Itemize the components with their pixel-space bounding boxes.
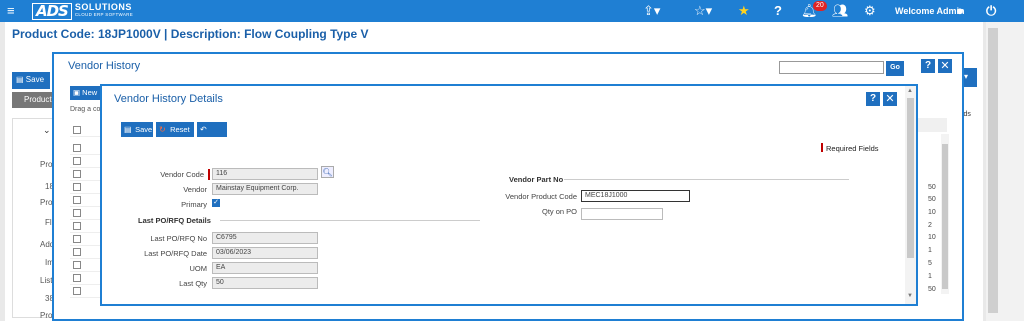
row-checkbox[interactable]: [73, 170, 81, 178]
qty-cell: 50: [928, 196, 936, 203]
row-checkbox[interactable]: [73, 209, 81, 217]
logo-main: ADS: [32, 2, 72, 20]
vendor-field: Mainstay Equipment Corp.: [212, 183, 318, 195]
last-po-no-field: C6795: [212, 232, 318, 244]
row-checkbox[interactable]: [73, 222, 81, 230]
left-fragment: Pro: [40, 160, 53, 169]
save-button[interactable]: ▤ Save: [121, 122, 153, 137]
reset-icon: ↻: [159, 125, 166, 134]
qty-on-po-label: Qty on PO: [541, 207, 577, 216]
uom-label: UOM: [189, 264, 208, 273]
vendor-product-code-input[interactable]: MEC18J1000: [581, 190, 690, 202]
last-qty-label: Last Qty: [179, 279, 207, 288]
qty-on-po-input[interactable]: [581, 208, 663, 220]
row-checkbox[interactable]: [73, 235, 81, 243]
select-all-checkbox[interactable]: [73, 126, 81, 134]
star-icon[interactable]: ★: [738, 3, 750, 19]
back-button[interactable]: ↶ Back: [197, 122, 227, 149]
vendor-history-search-input[interactable]: [779, 61, 884, 74]
new-button[interactable]: ▣ New: [70, 86, 104, 100]
qty-cell: 1: [928, 247, 932, 254]
row-checkbox[interactable]: [73, 287, 81, 295]
vendor-history-title: Vendor History: [68, 60, 141, 72]
details-close-button[interactable]: ✕: [883, 92, 897, 106]
left-fragment: Pro: [40, 311, 53, 320]
page-scrollbar[interactable]: [986, 22, 1024, 321]
required-fields-note: Required Fields: [821, 143, 879, 153]
qty-cell: 10: [928, 234, 936, 241]
logo-tagline: CLOUD ERP SOFTWARE: [74, 12, 134, 17]
logo-solutions: SOLUTIONS: [74, 2, 132, 12]
section-divider: [564, 179, 849, 180]
primary-checkbox[interactable]: ✓: [212, 199, 220, 207]
qty-cell: 2: [928, 222, 932, 229]
primary-label: Primary: [181, 200, 207, 209]
last-po-date-field: 03/06/2023: [212, 247, 318, 259]
vendor-history-details-modal: Vendor History Details ? ✕ ▤ Save ↻ Rese…: [100, 84, 918, 306]
menu-icon[interactable]: ≡: [7, 3, 15, 18]
reset-button[interactable]: ↻ Reset: [156, 122, 194, 137]
vendor-code-field[interactable]: 116: [212, 168, 318, 180]
last-qty-field: 50: [212, 277, 318, 289]
tab-product[interactable]: Product: [12, 92, 57, 108]
chevron-down-icon[interactable]: ⌄: [43, 125, 51, 136]
row-checkbox[interactable]: [73, 274, 81, 282]
save-icon: ▤: [124, 125, 132, 134]
search-icon[interactable]: 🔍︎: [321, 166, 334, 178]
qty-cell: 10: [928, 209, 936, 216]
scroll-down-icon[interactable]: ▼: [907, 293, 913, 299]
vendor-code-label: Vendor Code: [160, 170, 204, 179]
help-icon[interactable]: ?: [774, 3, 782, 18]
details-title: Vendor History Details: [114, 93, 223, 105]
scroll-up-icon[interactable]: ▲: [907, 88, 913, 94]
grid-scrollbar[interactable]: [941, 134, 949, 294]
row-checkbox[interactable]: [73, 196, 81, 204]
details-scrollbar[interactable]: ▲ ▼: [905, 86, 916, 304]
qty-cell: 1: [928, 273, 932, 280]
last-po-date-label: Last PO/RFQ Date: [144, 249, 207, 258]
back-label: Back: [200, 140, 217, 149]
page-title: Product Code: 18JP1000V | Description: F…: [12, 27, 369, 41]
vendor-label: Vendor: [183, 185, 207, 194]
share-icon[interactable]: ⇪▾: [643, 3, 660, 19]
favorites-icon[interactable]: ☆▾: [694, 3, 712, 19]
logo: ADS SOLUTIONS CLOUD ERP SOFTWARE: [32, 2, 133, 20]
row-checkbox[interactable]: [73, 248, 81, 256]
top-navbar: ≡ ADS SOLUTIONS CLOUD ERP SOFTWARE ⇪▾ ☆▾…: [0, 0, 1024, 22]
vendor-history-close-button[interactable]: ✕: [938, 59, 952, 73]
uom-field: EA: [212, 262, 318, 274]
qty-cell: 50: [928, 286, 936, 293]
reset-label: Reset: [170, 125, 190, 134]
save-label: Save: [135, 125, 153, 134]
back-icon: ↶: [200, 125, 207, 134]
last-po-no-label: Last PO/RFQ No: [150, 234, 207, 243]
vendor-part-section-title: Vendor Part No: [509, 175, 564, 184]
user-avatar-icon[interactable]: ●: [956, 3, 964, 18]
left-fragment: Pro: [40, 198, 53, 207]
qty-cell: 5: [928, 260, 932, 267]
power-icon[interactable]: ⏻: [986, 3, 996, 19]
left-fragment: List: [40, 276, 53, 285]
go-button[interactable]: Go: [886, 61, 904, 76]
row-checkbox[interactable]: [73, 261, 81, 269]
details-help-button[interactable]: ?: [866, 92, 880, 106]
vendor-product-code-label: Vendor Product Code: [505, 192, 577, 201]
logo-side: SOLUTIONS CLOUD ERP SOFTWARE: [75, 3, 133, 19]
qty-cell: 50: [928, 184, 936, 191]
page-save-label: Save: [25, 75, 45, 84]
page-save-button[interactable]: ▤ Save: [12, 72, 50, 89]
new-label: New: [82, 88, 98, 97]
last-po-section-title: Last PO/RFQ Details: [138, 216, 211, 225]
row-checkbox[interactable]: [73, 144, 81, 152]
row-checkbox[interactable]: [73, 157, 81, 165]
users-icon[interactable]: 👥︎: [832, 3, 849, 19]
welcome-text[interactable]: Welcome Admin: [895, 6, 965, 16]
row-checkbox[interactable]: [73, 183, 81, 191]
gear-icon[interactable]: ⚙: [864, 3, 876, 19]
group-drag-hint: Drag a col: [70, 106, 102, 113]
required-marker: [208, 169, 210, 180]
vendor-history-help-button[interactable]: ?: [921, 59, 935, 73]
section-divider: [220, 220, 480, 221]
notification-badge: 20: [813, 1, 827, 11]
